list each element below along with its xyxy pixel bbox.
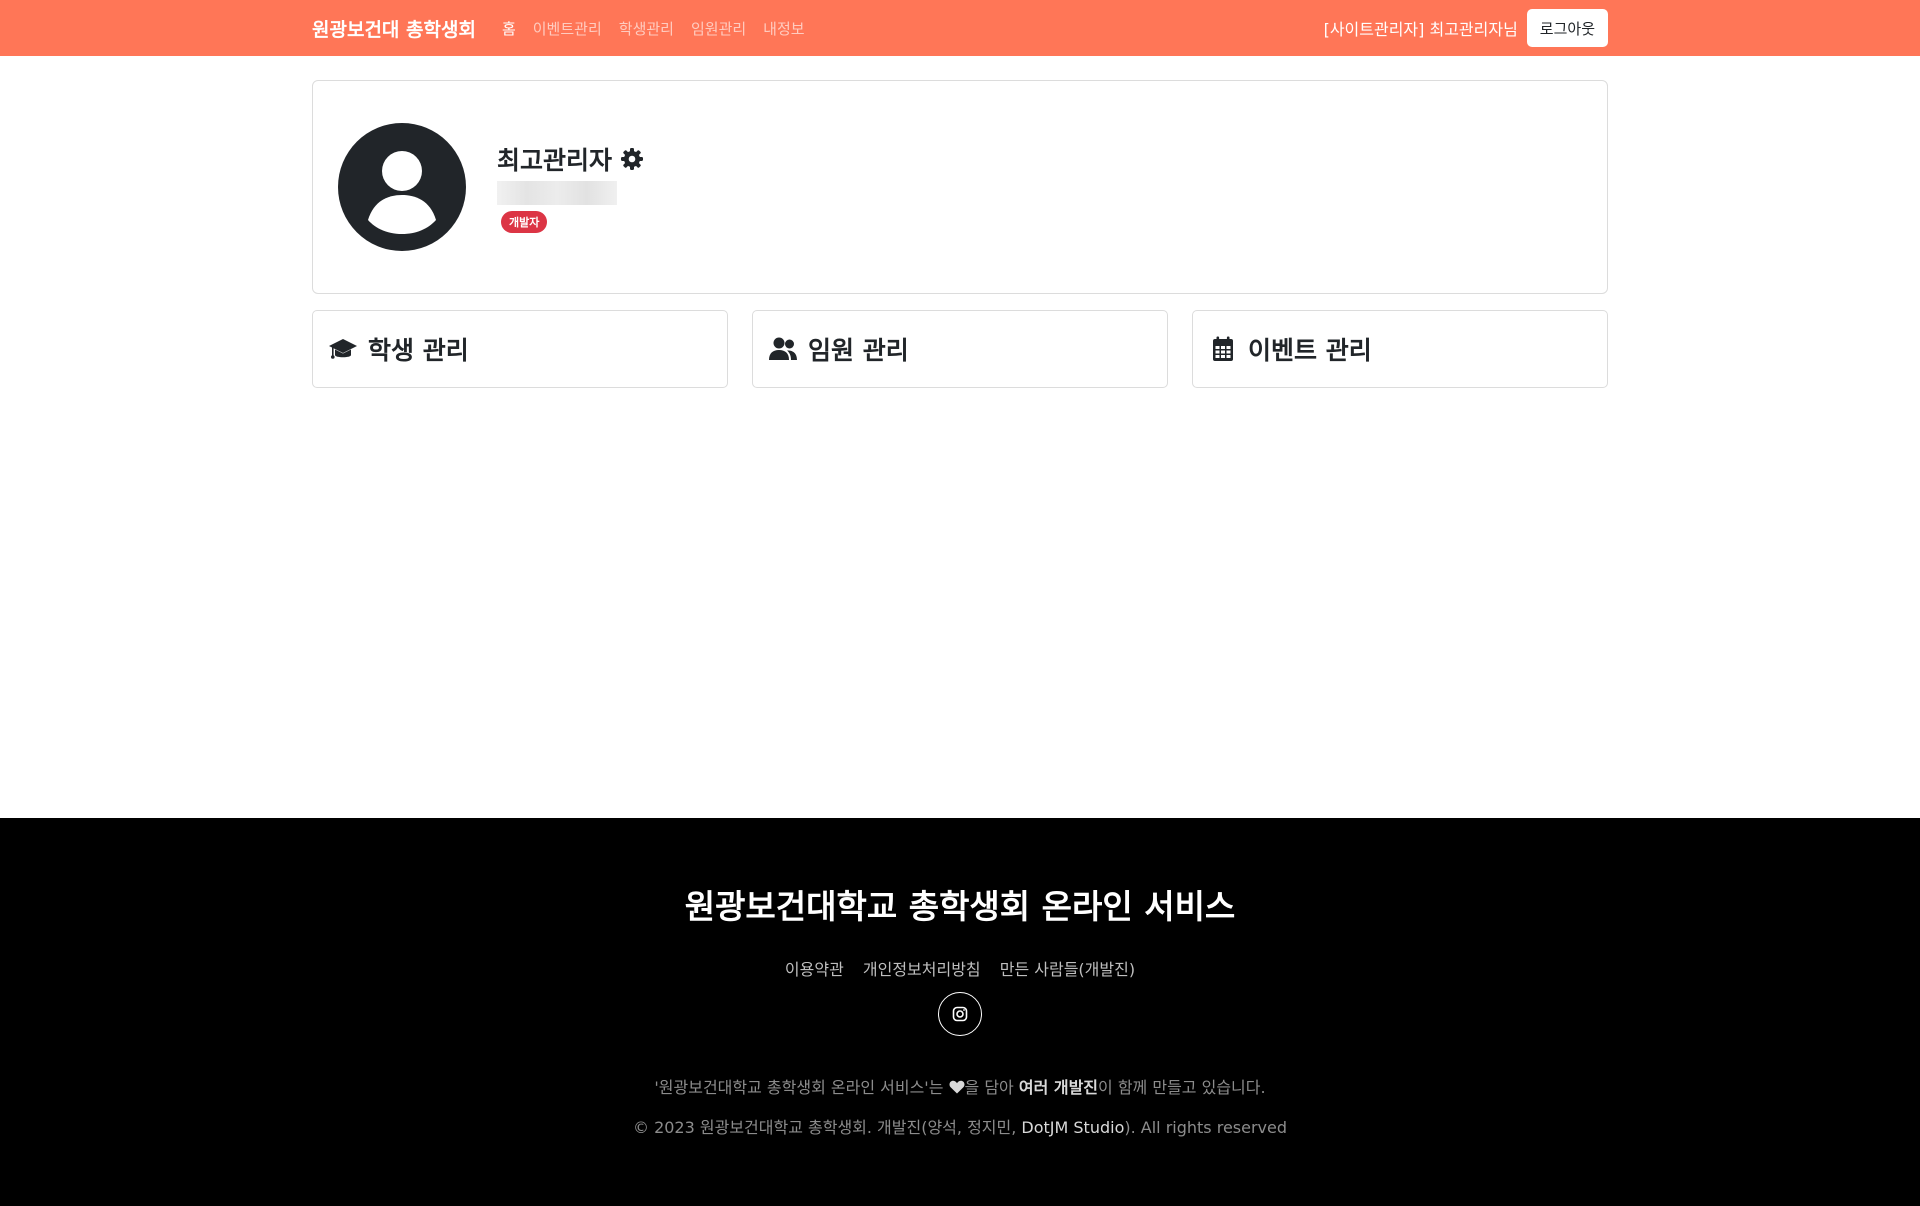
event-management-title: 이벤트 관리 xyxy=(1248,336,1372,365)
copyright-after: ). All rights reserved xyxy=(1124,1118,1288,1137)
logout-button[interactable]: 로그아웃 xyxy=(1526,9,1608,47)
instagram-button[interactable] xyxy=(938,992,982,1036)
credit-text-middle: 을 담아 xyxy=(964,1078,1019,1097)
redacted-info xyxy=(497,181,617,205)
nav-link-student-management[interactable]: 학생관리 xyxy=(619,18,674,39)
event-management-card[interactable]: 이벤트 관리 xyxy=(1192,310,1608,388)
nav-link-my-info[interactable]: 내정보 xyxy=(763,18,804,39)
top-navbar: 원광보건대 총학생회 홈 이벤트관리 학생관리 임원관리 내정보 [사이트관리자… xyxy=(0,0,1920,56)
officer-management-title: 임원 관리 xyxy=(808,336,909,365)
credit-highlight: 여러 개발진 xyxy=(1018,1078,1099,1097)
heart-icon xyxy=(949,1080,964,1094)
users-icon xyxy=(769,337,797,360)
credit-text-after: 이 함께 만들고 있습니다. xyxy=(1098,1078,1266,1097)
instagram-icon xyxy=(952,1006,968,1022)
profile-name-row: 최고관리자 xyxy=(497,141,644,177)
calendar-icon xyxy=(1213,336,1233,361)
user-circle-icon xyxy=(338,123,466,251)
footer-credit: '원광보건대학교 총학생회 온라인 서비스'는 을 담아 여러 개발진이 함께 … xyxy=(0,1074,1920,1098)
copyright-studio-link[interactable]: DotJM Studio xyxy=(1021,1118,1124,1137)
footer-link-privacy[interactable]: 개인정보처리방침 xyxy=(863,960,981,979)
current-user-label: [사이트관리자] 최고관리자님 xyxy=(1323,20,1518,39)
footer-link-terms[interactable]: 이용약관 xyxy=(785,960,844,979)
profile-name: 최고관리자 xyxy=(497,146,613,175)
graduation-cap-icon xyxy=(329,339,357,359)
nav-link-officer-management[interactable]: 임원관리 xyxy=(691,18,746,39)
nav-link-home[interactable]: 홈 xyxy=(502,18,516,39)
footer-links: 이용약관 개인정보처리방침 만든 사람들(개발진) xyxy=(0,956,1920,980)
profile-card: 최고관리자 개발자 xyxy=(312,80,1608,294)
gear-icon[interactable] xyxy=(620,147,644,171)
nav-link-event-management[interactable]: 이벤트관리 xyxy=(533,18,602,39)
copyright-before: © 2023 원광보건대학교 총학생회. 개발진(양석, 정지민, xyxy=(632,1118,1022,1137)
profile-info: 최고관리자 개발자 xyxy=(497,141,644,233)
brand-logo[interactable]: 원광보건대 총학생회 xyxy=(312,15,476,42)
footer: 원광보건대학교 총학생회 온라인 서비스 이용약관 개인정보처리방침 만든 사람… xyxy=(0,818,1920,1206)
footer-copyright: © 2023 원광보건대학교 총학생회. 개발진(양석, 정지민, DotJM … xyxy=(0,1114,1920,1138)
officer-management-card[interactable]: 임원 관리 xyxy=(752,310,1168,388)
credit-text-before: '원광보건대학교 총학생회 온라인 서비스'는 xyxy=(654,1078,949,1097)
footer-title: 원광보건대학교 총학생회 온라인 서비스 xyxy=(684,887,1236,926)
navbar-container: 원광보건대 총학생회 홈 이벤트관리 학생관리 임원관리 내정보 [사이트관리자… xyxy=(312,0,1608,56)
role-badge: 개발자 xyxy=(501,211,548,233)
student-management-card[interactable]: 학생 관리 xyxy=(312,310,728,388)
navbar-user-area: [사이트관리자] 최고관리자님 로그아웃 xyxy=(1324,9,1608,47)
footer-link-developers[interactable]: 만든 사람들(개발진) xyxy=(1000,960,1135,979)
student-management-title: 학생 관리 xyxy=(368,336,469,365)
